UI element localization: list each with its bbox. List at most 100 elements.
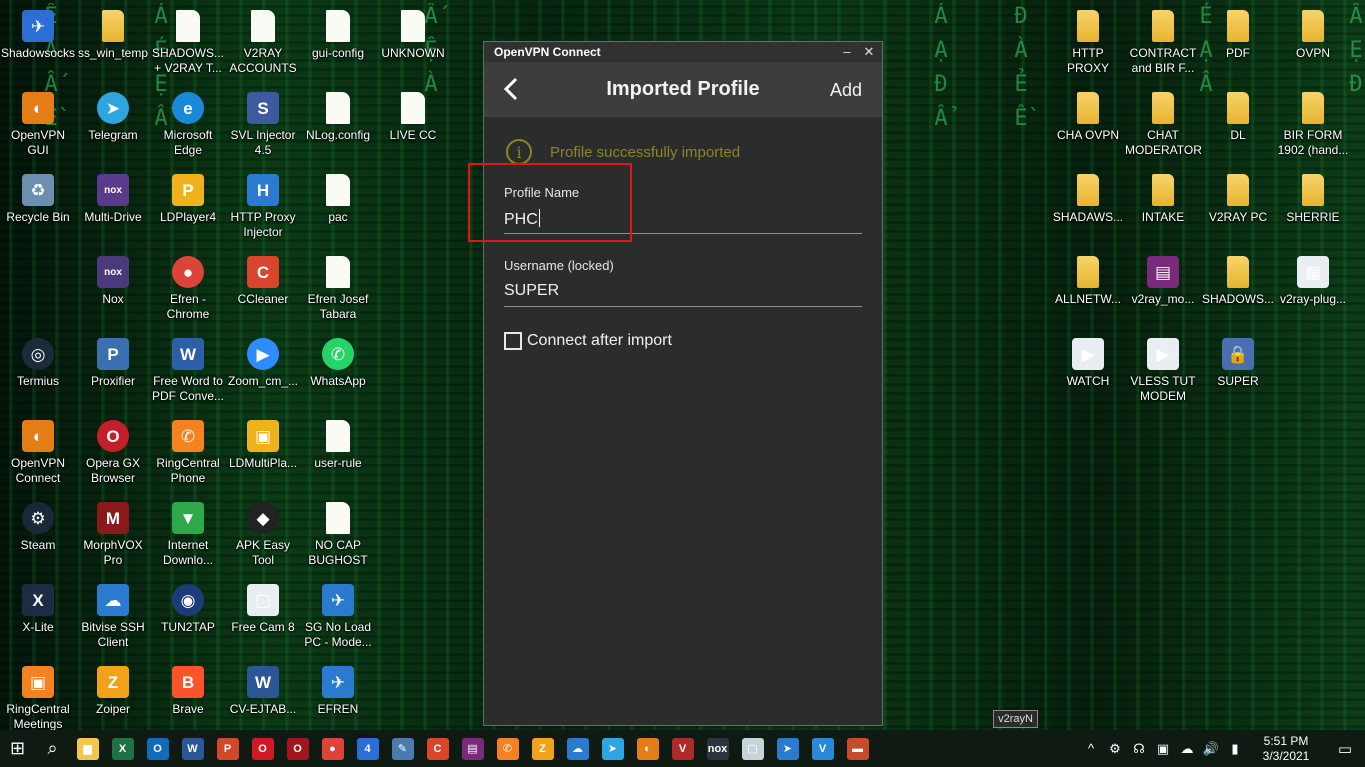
desktop-icon[interactable]: ▣ RingCentral Meetings	[0, 660, 76, 740]
desktop-icon[interactable]: 🔒 SUPER	[1200, 332, 1276, 412]
desktop-icon[interactable]: ▣ LDMultiPla...	[225, 414, 301, 494]
v2rayn-icon[interactable]: V	[805, 730, 840, 767]
desktop-icon[interactable]: NLog.config	[300, 86, 376, 166]
desktop-icon[interactable]: HTTP PROXY INJECTOR ...	[1050, 4, 1126, 84]
ccleaner-icon[interactable]: C	[420, 730, 455, 767]
desktop-icon[interactable]: ⚙ Steam	[0, 496, 76, 576]
freecam-icon[interactable]: ▢	[735, 730, 770, 767]
file-explorer-icon[interactable]: ▆	[70, 730, 105, 767]
desktop-icon[interactable]: H HTTP Proxy Injector	[225, 168, 301, 248]
desktop-icon[interactable]: ▶ Zoom_cm_...	[225, 332, 301, 412]
desktop-icon[interactable]: S SVL Injector 4.5	[225, 86, 301, 166]
desktop-icon[interactable]: gui-config	[300, 4, 376, 84]
cloud-icon[interactable]: ☁	[1175, 741, 1199, 757]
phone-icon[interactable]: ✆	[490, 730, 525, 767]
desktop-icon[interactable]: DL	[1200, 86, 1276, 166]
close-button[interactable]: ✕	[858, 42, 880, 62]
start-icon[interactable]: ⊞	[0, 730, 35, 767]
window-titlebar[interactable]: OpenVPN Connect – ✕	[484, 42, 882, 62]
desktop-icon[interactable]: V2RAY ACCOUNTS	[225, 4, 301, 84]
send-icon[interactable]: ➤	[770, 730, 805, 767]
word-icon[interactable]: W	[175, 730, 210, 767]
battery-icon[interactable]: ▮	[1223, 741, 1247, 757]
opera-icon[interactable]: O	[245, 730, 280, 767]
show-hidden-icons[interactable]: ^	[1079, 741, 1103, 757]
desktop-icon[interactable]: V2RAY PC	[1200, 168, 1276, 248]
desktop-icon[interactable]: LIVE CC	[375, 86, 451, 166]
desktop-icon[interactable]: W Free Word to PDF Conve...	[150, 332, 226, 412]
desktop-icon[interactable]: nox Multi-Drive	[75, 168, 151, 248]
desktop-icon[interactable]: ▤ v2ray_mo...	[1125, 250, 1201, 330]
desktop-icon[interactable]: Efren Josef Tabara	[300, 250, 376, 330]
desktop-icon[interactable]: P LDPlayer4	[150, 168, 226, 248]
desktop-icon[interactable]: ◉ TUN2TAP	[150, 578, 226, 658]
desktop-icon[interactable]: ◐ OpenVPN GUI	[0, 86, 76, 166]
desktop-icon[interactable]: ✈ SG No Load PC - Mode...	[300, 578, 376, 658]
chrome-icon[interactable]: ●	[315, 730, 350, 767]
desktop-icon[interactable]: ✈ EFREN	[300, 660, 376, 740]
headset-icon[interactable]: ☊	[1127, 741, 1151, 757]
add-button[interactable]: Add	[830, 80, 862, 101]
volume-icon[interactable]: 🔊	[1199, 741, 1223, 757]
winrar-icon[interactable]: ▤	[455, 730, 490, 767]
desktop-icon[interactable]: ✆ RingCentral Phone	[150, 414, 226, 494]
desktop-icon[interactable]: e Microsoft Edge	[150, 86, 226, 166]
desktop-icon[interactable]: ▶ WATCH	[1050, 332, 1126, 412]
desktop-icon[interactable]: ♻ Recycle Bin	[0, 168, 76, 248]
desktop-icon[interactable]: O Opera GX Browser	[75, 414, 151, 494]
presentation-icon[interactable]: ▬	[840, 730, 875, 767]
search-icon[interactable]: ⌕	[35, 730, 70, 767]
desktop-icon[interactable]: CHA OVPN	[1050, 86, 1126, 166]
desktop-icon[interactable]: INTAKE	[1125, 168, 1201, 248]
openvpn-window[interactable]: OpenVPN Connect – ✕ Imported Profile Add…	[483, 41, 883, 726]
desktop-icon[interactable]: SHERRIE	[1275, 168, 1351, 248]
shadowsocks-icon[interactable]: 4	[350, 730, 385, 767]
desktop-icon[interactable]: ◎ Termius	[0, 332, 76, 412]
desktop-icon[interactable]: ▢ Free Cam 8	[225, 578, 301, 658]
bitvise-icon[interactable]: ☁	[560, 730, 595, 767]
notes-icon[interactable]: ✎	[385, 730, 420, 767]
display-icon[interactable]: ▣	[1151, 741, 1175, 757]
desktop-icon[interactable]: ▼ Internet Downlo...	[150, 496, 226, 576]
desktop-icon[interactable]: ss_win_temp	[75, 4, 151, 84]
nox-icon[interactable]: nox	[700, 730, 735, 767]
connect-after-import-option[interactable]: Connect after import	[504, 332, 672, 350]
desktop-icon[interactable]: nox Nox	[75, 250, 151, 330]
desktop-icon[interactable]: ✆ WhatsApp	[300, 332, 376, 412]
desktop-icon[interactable]: B Brave	[150, 660, 226, 740]
zoiper-icon[interactable]: Z	[525, 730, 560, 767]
desktop-icon[interactable]: PDF	[1200, 4, 1276, 84]
desktop-icon[interactable]: pac	[300, 168, 376, 248]
outlook-icon[interactable]: O	[140, 730, 175, 767]
desktop-icon[interactable]: ▦ v2ray-plug...	[1275, 250, 1351, 330]
voicemeeter-icon[interactable]: V	[665, 730, 700, 767]
desktop-icon[interactable]: X X-Lite	[0, 578, 76, 658]
desktop-icon[interactable]: ◆ APK Easy Tool	[225, 496, 301, 576]
network-icon[interactable]: ⚙	[1103, 741, 1127, 757]
desktop-icon[interactable]: SHADOWS... + V2RAY T...	[150, 4, 226, 84]
desktop-icon[interactable]: W CV-EJTAB...	[225, 660, 301, 740]
desktop-icon[interactable]: M MorphVOX Pro	[75, 496, 151, 576]
notification-center-icon[interactable]: ▭	[1325, 740, 1365, 758]
desktop-icon[interactable]: NO CAP BUGHOST	[300, 496, 376, 576]
desktop-icon[interactable]: SHADOWS...	[1200, 250, 1276, 330]
desktop-icon[interactable]: ● Efren - Chrome	[150, 250, 226, 330]
minimize-button[interactable]: –	[836, 42, 858, 62]
desktop-icon[interactable]: Z Zoiper	[75, 660, 151, 740]
desktop-icon[interactable]: C CCleaner	[225, 250, 301, 330]
desktop-icon[interactable]: BIR FORM 1902 (hand...	[1275, 86, 1351, 166]
desktop-icon[interactable]: SHADAWS...	[1050, 168, 1126, 248]
desktop-icon[interactable]: ✈ Shadowsocks	[0, 4, 76, 84]
desktop-icon[interactable]: ☁ Bitvise SSH Client	[75, 578, 151, 658]
desktop-icon[interactable]: user-rule	[300, 414, 376, 494]
desktop-icon[interactable]: UNKNOWN	[375, 4, 451, 84]
telegram-icon[interactable]: ➤	[595, 730, 630, 767]
desktop-icon[interactable]: P Proxifier	[75, 332, 151, 412]
desktop-icon[interactable]: ALLNETW...	[1050, 250, 1126, 330]
connect-after-import-checkbox[interactable]	[504, 332, 522, 350]
desktop-icon[interactable]: ▶ VLESS TUT MODEM	[1125, 332, 1201, 412]
desktop-icon[interactable]: ➤ Telegram	[75, 86, 151, 166]
desktop-icon[interactable]: CHAT MODERATOR	[1125, 86, 1201, 166]
clock[interactable]: 5:51 PM 3/3/2021	[1247, 734, 1325, 764]
opera-gx-icon[interactable]: O	[280, 730, 315, 767]
